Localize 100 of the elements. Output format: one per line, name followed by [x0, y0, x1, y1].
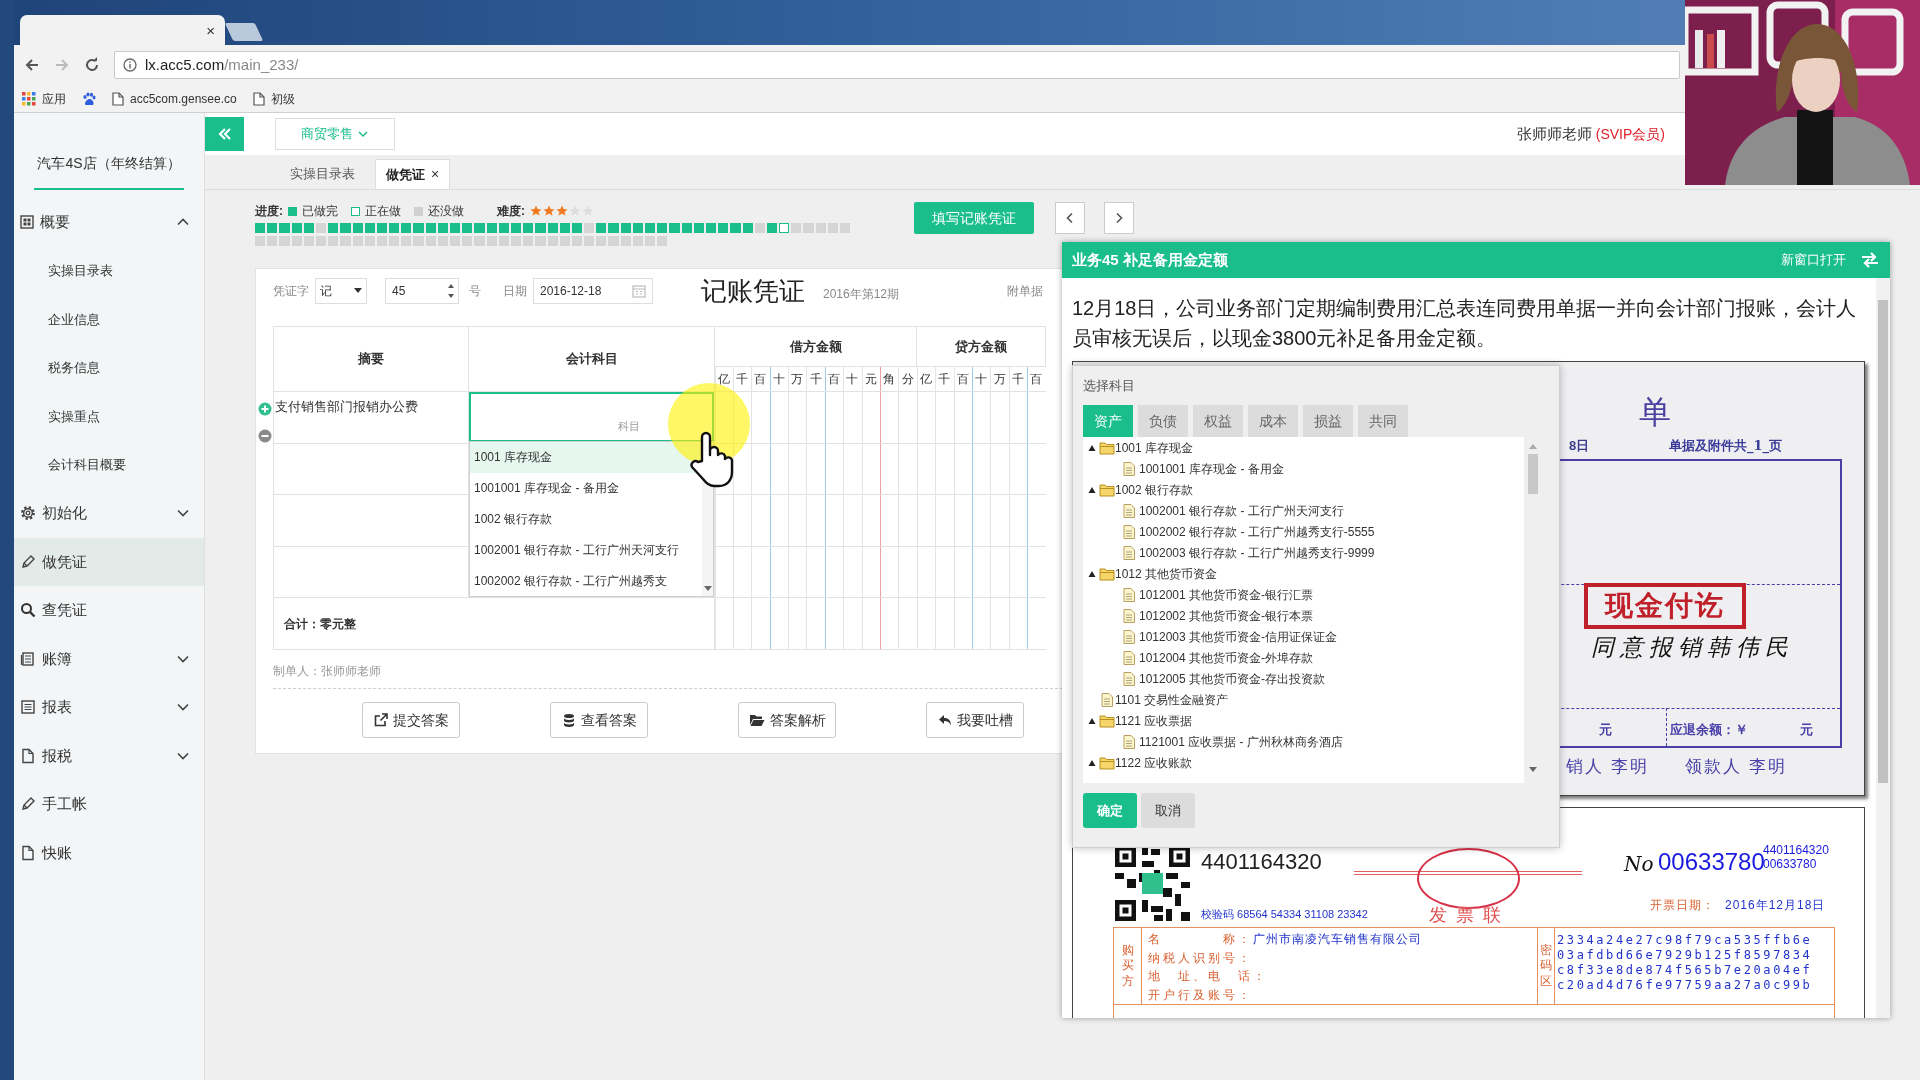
pending-task-cell[interactable]	[315, 223, 327, 233]
done-task-cell[interactable]	[693, 223, 704, 233]
scrollbar-thumb[interactable]	[1528, 454, 1538, 494]
done-task-cell[interactable]	[608, 223, 619, 233]
tree-item[interactable]: 1012004 其他货币资金-外埠存款	[1083, 647, 1524, 668]
browser-tab[interactable]: ×	[20, 15, 225, 45]
pending-task-cell[interactable]	[815, 223, 826, 233]
pending-task-cell[interactable]	[510, 236, 522, 246]
category-tab[interactable]: 共同	[1358, 405, 1408, 437]
done-task-cell[interactable]	[620, 223, 631, 233]
tab-close-button[interactable]: ×	[206, 22, 215, 38]
next-button[interactable]	[1104, 202, 1134, 234]
done-task-cell[interactable]	[718, 223, 729, 233]
tree-item[interactable]: 1101 交易性金融资产	[1083, 689, 1524, 710]
done-task-cell[interactable]	[705, 223, 717, 233]
tree-item[interactable]: 1121 应收票据	[1083, 710, 1524, 731]
done-task-cell[interactable]	[486, 223, 497, 233]
done-task-cell[interactable]	[510, 223, 522, 233]
new-tab-button[interactable]	[224, 23, 264, 41]
add-row-icon[interactable]	[258, 402, 272, 416]
pending-task-cell[interactable]	[547, 236, 558, 246]
pending-task-cell[interactable]	[791, 223, 802, 233]
pending-task-cell[interactable]	[413, 236, 424, 246]
tree-item[interactable]: 1002003 银行存款 - 工行广州越秀支行-9999	[1083, 542, 1524, 563]
scrollbar[interactable]	[1876, 278, 1890, 1018]
remove-row-icon[interactable]	[258, 429, 272, 443]
sidebar-item[interactable]: 查凭证	[14, 586, 204, 635]
scroll-down-icon[interactable]	[1529, 767, 1537, 773]
pending-task-cell[interactable]	[315, 236, 327, 246]
pending-task-cell[interactable]	[571, 236, 583, 246]
pending-task-cell[interactable]	[657, 236, 668, 246]
previous-button[interactable]	[1055, 202, 1085, 234]
tree-item[interactable]: 1121001 应收票据 - 广州秋林商务酒店	[1083, 731, 1524, 752]
dropdown-option[interactable]: 1002001 银行存款 - 工行广州天河支行	[470, 534, 702, 566]
pending-task-cell[interactable]	[632, 236, 643, 246]
pending-task-cell[interactable]	[401, 236, 412, 246]
category-tab[interactable]: 损益	[1303, 405, 1353, 437]
tree-item[interactable]: 1012003 其他货币资金-信用证保证金	[1083, 626, 1524, 647]
pending-task-cell[interactable]	[279, 236, 290, 246]
tree-item[interactable]: 1001001 库存现金 - 备用金	[1083, 458, 1524, 479]
pending-task-cell[interactable]	[486, 236, 497, 246]
tree-item[interactable]: 1012001 其他货币资金-银行汇票	[1083, 584, 1524, 605]
reload-icon[interactable]	[84, 57, 100, 73]
expanded-triangle-icon[interactable]	[1088, 485, 1096, 494]
tab[interactable]: 实操目录表	[280, 159, 365, 189]
pending-task-cell[interactable]	[474, 236, 485, 246]
expanded-triangle-icon[interactable]	[1088, 758, 1096, 767]
done-task-cell[interactable]	[401, 223, 412, 233]
pending-task-cell[interactable]	[803, 223, 814, 233]
dropdown-option[interactable]: 1001 库存现金	[470, 442, 702, 473]
done-task-cell[interactable]	[425, 223, 436, 233]
dropdown-option[interactable]: 1001001 库存现金 - 备用金	[470, 472, 702, 504]
tree-item[interactable]: 1002002 银行存款 - 工行广州越秀支行-5555	[1083, 521, 1524, 542]
swap-icon[interactable]	[1860, 252, 1880, 268]
tree-item[interactable]: 1012005 其他货币资金-存出投资款	[1083, 668, 1524, 689]
done-task-cell[interactable]	[547, 223, 558, 233]
done-task-cell[interactable]	[376, 223, 388, 233]
done-task-cell[interactable]	[669, 223, 680, 233]
cancel-button[interactable]: 取消	[1141, 793, 1195, 828]
category-tab[interactable]: 成本	[1248, 405, 1298, 437]
paw-icon[interactable]	[82, 91, 96, 106]
done-task-cell[interactable]	[279, 223, 290, 233]
sidebar-subitem[interactable]: 税务信息	[14, 343, 204, 392]
done-task-cell[interactable]	[267, 223, 278, 233]
tree-item[interactable]: 1012002 其他货币资金-银行本票	[1083, 605, 1524, 626]
done-task-cell[interactable]	[364, 223, 375, 233]
date-field[interactable]: 2016-12-18	[533, 278, 653, 304]
done-task-cell[interactable]	[498, 223, 509, 233]
pending-task-cell[interactable]	[364, 236, 375, 246]
pending-task-cell[interactable]	[425, 236, 436, 246]
sidebar-item[interactable]: 快账	[14, 828, 204, 877]
expanded-triangle-icon[interactable]	[1088, 716, 1096, 725]
dropdown-option[interactable]: 1002002 银行存款 - 工行广州越秀支	[470, 565, 702, 596]
action-button[interactable]: 提交答案	[362, 702, 460, 738]
done-task-cell[interactable]	[742, 223, 753, 233]
pending-task-cell[interactable]	[328, 236, 339, 246]
sidebar-item[interactable]: 账簿	[14, 634, 204, 683]
sidebar-subitem[interactable]: 实操目录表	[14, 246, 204, 295]
done-task-cell[interactable]	[255, 223, 266, 233]
tree-item[interactable]: 1122 应收账款	[1083, 752, 1524, 773]
sidebar-item[interactable]: 概要	[14, 198, 204, 247]
sidebar-item[interactable]: 做凭证	[14, 537, 204, 586]
done-task-cell[interactable]	[559, 223, 570, 233]
done-task-cell[interactable]	[571, 223, 583, 233]
done-task-cell[interactable]	[291, 223, 302, 233]
done-task-cell[interactable]	[596, 223, 607, 233]
voucher-number-field[interactable]: 45	[385, 278, 459, 304]
category-tab[interactable]: 权益	[1193, 405, 1243, 437]
pending-task-cell[interactable]	[291, 236, 302, 246]
action-button[interactable]: 我要吐槽	[926, 702, 1024, 738]
done-task-cell[interactable]	[413, 223, 424, 233]
pending-task-cell[interactable]	[827, 223, 838, 233]
sidebar-subitem[interactable]: 实操重点	[14, 392, 204, 441]
done-task-cell[interactable]	[340, 223, 351, 233]
tab-close-button[interactable]: ×	[431, 164, 440, 185]
forward-icon[interactable]	[54, 57, 70, 73]
pending-task-cell[interactable]	[523, 236, 534, 246]
pending-task-cell[interactable]	[340, 236, 351, 246]
tree-item[interactable]: 1012 其他货币资金	[1083, 563, 1524, 584]
done-task-cell[interactable]	[437, 223, 448, 233]
